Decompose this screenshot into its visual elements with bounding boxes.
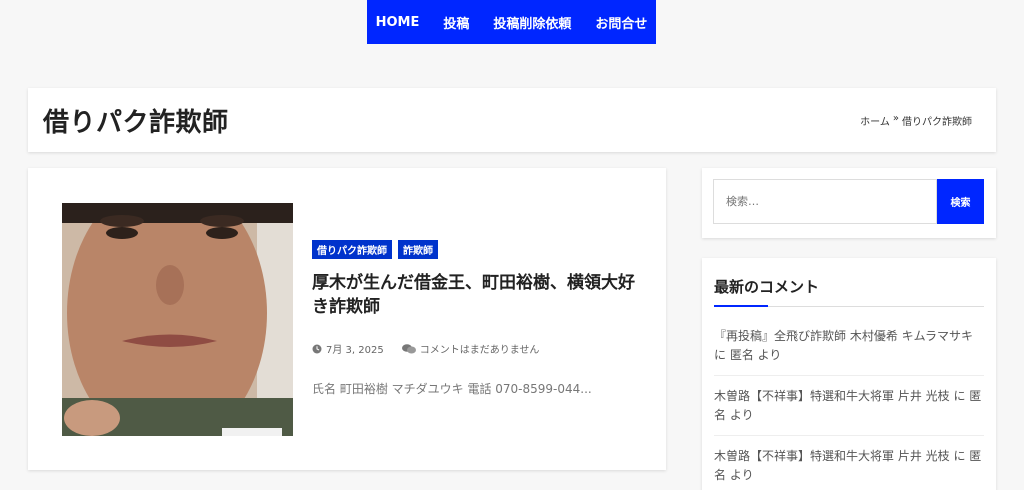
post-meta: 7月 3, 2025 コメントはまだありません: [312, 341, 647, 356]
search-input[interactable]: [713, 179, 937, 224]
post-comments-count[interactable]: コメントはまだありません: [420, 341, 540, 356]
category-badge-karipaku[interactable]: 借りパク詐欺師: [312, 240, 392, 259]
comments-icon: [401, 343, 416, 353]
nav-item-posts[interactable]: 投稿: [443, 13, 469, 32]
nav-item-delete-request[interactable]: 投稿削除依頼: [493, 13, 571, 32]
comment-item[interactable]: 『再投稿』全飛び詐欺師 木村優希 キムラマサキ に 匿名 より: [714, 307, 984, 376]
post-thumbnail[interactable]: [62, 203, 293, 436]
nav-item-home[interactable]: HOME: [376, 15, 420, 30]
nav-item-contact[interactable]: お問合せ: [595, 13, 647, 32]
page-header: 借りパク詐欺師 ホーム » 借りパク詐欺師: [28, 88, 996, 152]
widget-title: 最新のコメント: [714, 276, 984, 307]
post-excerpt: 氏名 町田裕樹 マチダユウキ 電話 070-8599-044...: [312, 382, 592, 396]
recent-comments-widget: 最新のコメント 『再投稿』全飛び詐欺師 木村優希 キムラマサキ に 匿名 より …: [702, 258, 996, 490]
post-categories: 借りパク詐欺師 詐欺師: [312, 240, 647, 259]
comment-item[interactable]: 木曽路【不祥事】特選和牛大将軍 片井 光枝 に 匿名 より: [714, 436, 984, 490]
post-card: 借りパク詐欺師 詐欺師 厚木が生んだ借金王、町田裕樹、横領大好き詐欺師 7月 3…: [28, 168, 666, 470]
breadcrumb: ホーム » 借りパク詐欺師: [860, 113, 972, 128]
breadcrumb-separator: »: [892, 112, 899, 124]
comment-item[interactable]: 木曽路【不祥事】特選和牛大将軍 片井 光枝 に 匿名 より: [714, 376, 984, 436]
search-widget: 検索: [702, 168, 996, 238]
post-body: 借りパク詐欺師 詐欺師 厚木が生んだ借金王、町田裕樹、横領大好き詐欺師 7月 3…: [312, 240, 647, 397]
page-title: 借りパク詐欺師: [43, 107, 229, 138]
category-badge-sagishi[interactable]: 詐欺師: [398, 240, 438, 259]
post-date[interactable]: 7月 3, 2025: [326, 341, 384, 356]
breadcrumb-home[interactable]: ホーム: [860, 113, 890, 128]
breadcrumb-current: 借りパク詐欺師: [902, 116, 972, 128]
clock-icon: [312, 344, 322, 353]
post-title[interactable]: 厚木が生んだ借金王、町田裕樹、横領大好き詐欺師: [312, 271, 647, 319]
main-nav: HOME 投稿 投稿削除依頼 お問合せ: [367, 0, 656, 44]
search-button[interactable]: 検索: [937, 179, 984, 224]
